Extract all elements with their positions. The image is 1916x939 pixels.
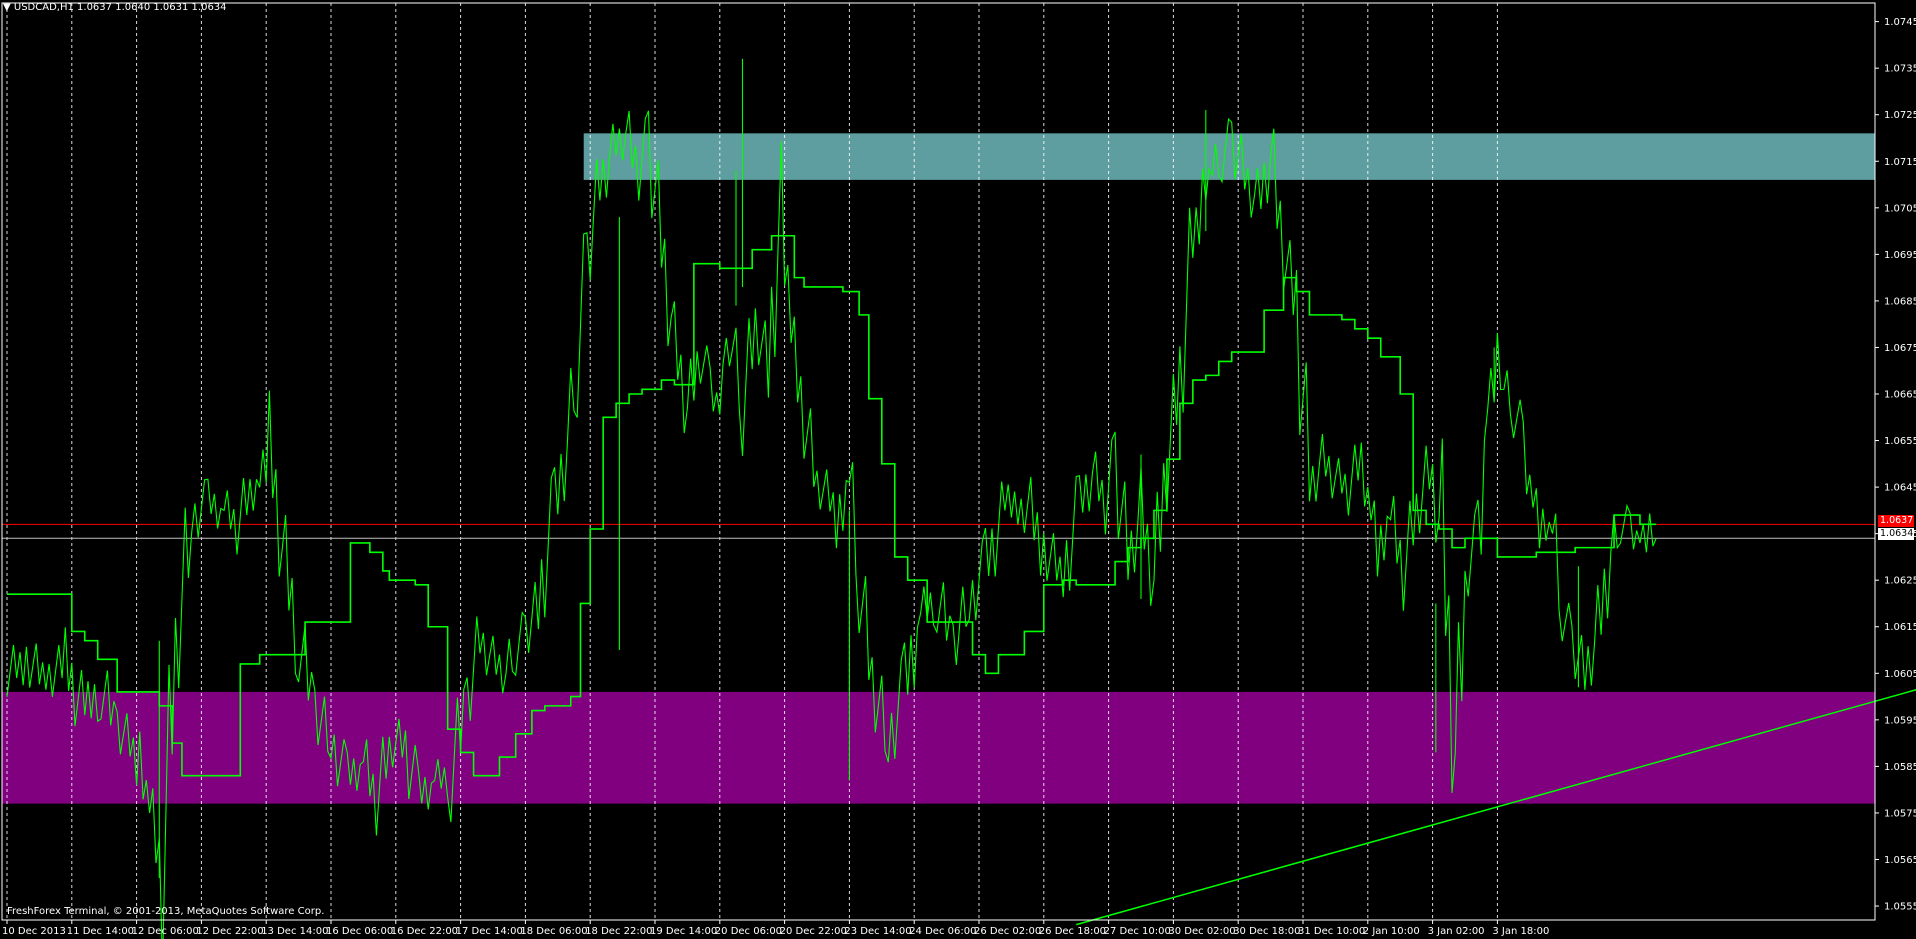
support-zone[interactable] — [2, 691, 1875, 804]
y-tick-label: 1.0695 — [1884, 250, 1916, 261]
y-tick-label: 1.0735 — [1884, 64, 1916, 75]
resistance-zone[interactable] — [583, 133, 1875, 180]
x-tick-label: 27 Dec 10:00 — [1104, 926, 1171, 937]
x-tick-label: 13 Dec 14:00 — [261, 926, 328, 937]
price-chart[interactable]: 1.0745 1.0735 1.0725 1.0715 1.0705 1.0695 1.06… — [0, 0, 1916, 939]
chart-header: ▼ USDCAD,H1 1.0637 1.0640 1.0631 1.0634 — [3, 2, 227, 13]
y-tick-label: 1.0595 — [1884, 715, 1916, 726]
x-tick-label: 10 Dec 2013 — [2, 926, 66, 937]
x-tick-label: 12 Dec 06:00 — [132, 926, 199, 937]
x-tick-label: 17 Dec 14:00 — [456, 926, 523, 937]
x-tick-label: 16 Dec 22:00 — [391, 926, 458, 937]
y-tick-label: 1.0645 — [1884, 483, 1916, 494]
y-tick-label: 1.0705 — [1884, 203, 1916, 214]
x-tick-label: 3 Jan 02:00 — [1428, 926, 1485, 937]
y-tick-label: 1.0655 — [1884, 436, 1916, 447]
x-tick-label: 20 Dec 22:00 — [780, 926, 847, 937]
x-tick-label: 26 Dec 02:00 — [974, 926, 1041, 937]
x-tick-label: 19 Dec 14:00 — [650, 926, 717, 937]
y-tick-label: 1.0615 — [1884, 622, 1916, 633]
y-tick-label: 1.0725 — [1884, 110, 1916, 121]
x-tick-label: 18 Dec 22:00 — [585, 926, 652, 937]
x-tick-label: 30 Dec 02:00 — [1168, 926, 1235, 937]
bid-price-tag: 1.0634 — [1878, 528, 1914, 540]
x-tick-label: 20 Dec 06:00 — [715, 926, 782, 937]
y-tick-label: 1.0605 — [1884, 669, 1916, 680]
y-tick-label: 1.0685 — [1884, 296, 1916, 307]
terminal-credits: FreshForex Terminal, © 2001-2013, MetaQu… — [7, 906, 325, 917]
y-tick-label: 1.0565 — [1884, 855, 1916, 866]
x-tick-label: 2 Jan 10:00 — [1363, 926, 1420, 937]
collapse-arrow-icon[interactable]: ▼ — [3, 2, 11, 13]
ohlc-readout: 1.0637 1.0640 1.0631 1.0634 — [77, 2, 227, 13]
x-tick-label: 31 Dec 10:00 — [1298, 926, 1365, 937]
y-tick-label: 1.0675 — [1884, 343, 1916, 354]
x-tick-label: 30 Dec 18:00 — [1233, 926, 1300, 937]
y-tick-label: 1.0585 — [1884, 762, 1916, 773]
y-tick-label: 1.0745 — [1884, 17, 1916, 28]
symbol-label: USDCAD,H1 — [13, 2, 74, 13]
x-tick-label: 11 Dec 14:00 — [67, 926, 134, 937]
x-tick-label: 12 Dec 22:00 — [196, 926, 263, 937]
x-tick-label: 16 Dec 06:00 — [326, 926, 393, 937]
ask-price-tag: 1.0637 — [1878, 515, 1914, 527]
x-tick-label: 3 Jan 18:00 — [1492, 926, 1549, 937]
y-tick-label: 1.0665 — [1884, 390, 1916, 401]
x-tick-label: 26 Dec 18:00 — [1039, 926, 1106, 937]
x-tick-label: 24 Dec 06:00 — [909, 926, 976, 937]
y-tick-label: 1.0625 — [1884, 576, 1916, 587]
y-tick-label: 1.0575 — [1884, 808, 1916, 819]
x-tick-label: 18 Dec 06:00 — [520, 926, 587, 937]
x-tick-label: 23 Dec 14:00 — [844, 926, 911, 937]
y-tick-label: 1.0715 — [1884, 157, 1916, 168]
y-tick-label: 1.0555 — [1884, 902, 1916, 913]
